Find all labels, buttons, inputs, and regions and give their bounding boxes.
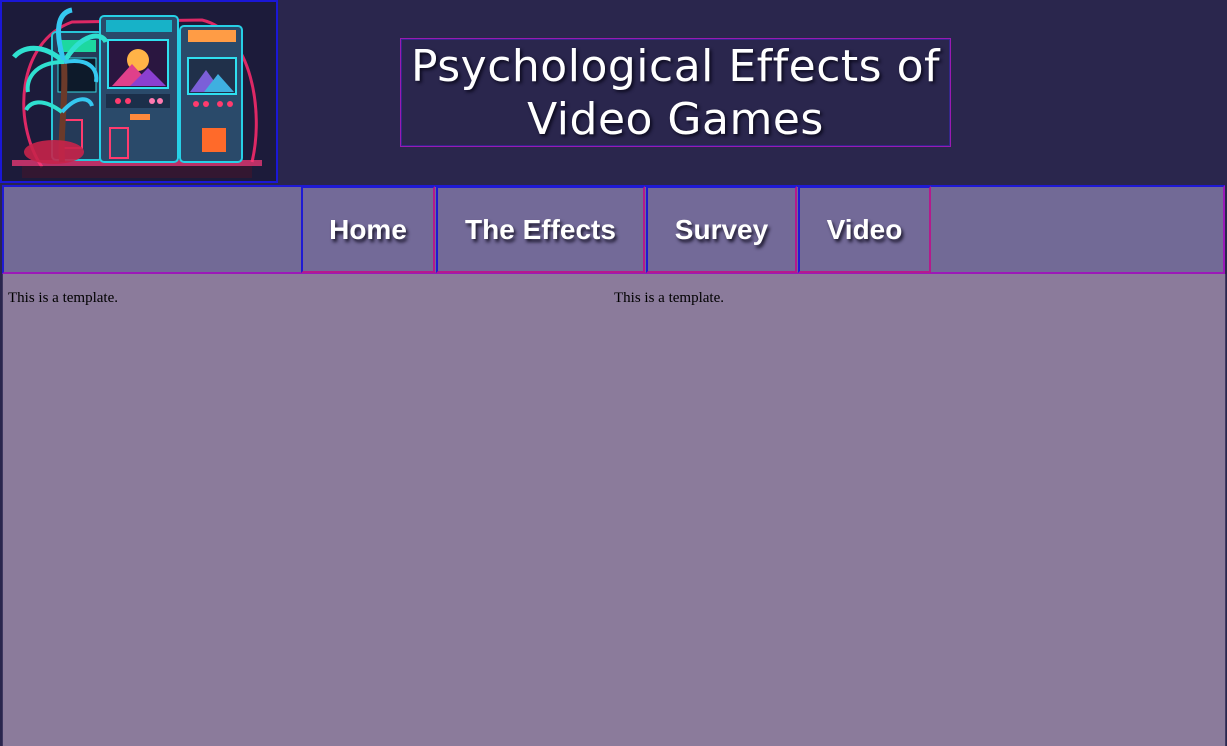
nav-item-home[interactable]: Home <box>301 186 435 273</box>
nav-item-label: Video <box>826 213 903 245</box>
page-title: Psychological Effects of Video Games <box>411 40 940 145</box>
site-header: Psychological Effects of Video Games <box>0 0 1227 184</box>
left-column-text: This is a template. <box>8 290 118 306</box>
right-column-text: This is a template. <box>614 290 724 306</box>
nav-item-the-effects[interactable]: The Effects <box>436 186 645 273</box>
nav-item-label: Home <box>329 213 407 245</box>
nav-item-video[interactable]: Video <box>798 186 931 273</box>
nav-item-label: Survey <box>674 213 769 245</box>
main-content: This is a template. This is a template. <box>2 274 1226 746</box>
arcade-cabinets-icon <box>2 2 276 181</box>
nav-item-survey[interactable]: Survey <box>646 186 797 273</box>
arcade-logo-image <box>0 0 278 183</box>
page-title-box: Psychological Effects of Video Games <box>400 38 951 147</box>
main-navigation: Home The Effects Survey Video <box>2 185 1225 274</box>
nav-item-label: The Effects <box>465 213 616 245</box>
